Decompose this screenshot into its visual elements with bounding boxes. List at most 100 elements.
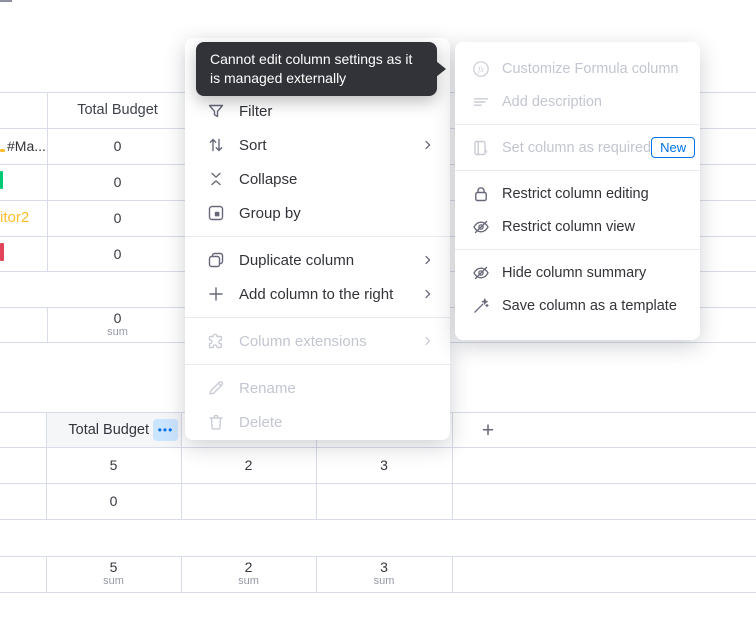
- table-cell[interactable]: 0: [46, 483, 181, 519]
- chevron-right-icon: [420, 333, 436, 349]
- plus-icon: [206, 284, 226, 304]
- new-badge: New: [651, 137, 695, 158]
- column-summary[interactable]: 0 sum: [47, 307, 188, 342]
- table-cell[interactable]: 3: [316, 447, 452, 483]
- menu-divider: [455, 249, 700, 250]
- column-context-menu: Filter Sort Collapse Group by: [185, 38, 450, 440]
- grid-line: [452, 556, 453, 592]
- menu-item-label: Add description: [502, 94, 602, 110]
- row-label-fragment-yellow: [0, 149, 5, 152]
- menu-item-label: Sort: [239, 137, 267, 154]
- top-table-column-header[interactable]: Total Budget: [47, 92, 188, 128]
- column-summary[interactable]: 5 sum: [46, 556, 181, 592]
- svg-text:*: *: [484, 148, 488, 158]
- menu-item-label: Delete: [239, 414, 282, 431]
- table-cell[interactable]: 0: [47, 128, 188, 164]
- menu-item-restrict-view[interactable]: Restrict column view: [455, 210, 700, 243]
- menu-item-label: Restrict column view: [502, 219, 635, 235]
- table-cell[interactable]: 5: [46, 447, 181, 483]
- eye-off-icon: [471, 217, 491, 237]
- row-label[interactable]: #Ma...: [7, 128, 47, 164]
- tooltip-text-line2: is managed externally: [210, 69, 423, 88]
- chevron-right-icon: [420, 137, 436, 153]
- grid-line: [0, 519, 756, 520]
- menu-item-column-extensions[interactable]: Column extensions: [185, 324, 450, 358]
- menu-item-label: Rename: [239, 380, 296, 397]
- row-label-fragment-green: [0, 171, 3, 189]
- column-summary[interactable]: 3 sum: [316, 556, 452, 592]
- menu-item-restrict-editing[interactable]: Restrict column editing: [455, 177, 700, 210]
- duplicate-icon: [206, 250, 226, 270]
- menu-item-duplicate-column[interactable]: Duplicate column: [185, 243, 450, 277]
- menu-item-label: Column extensions: [239, 333, 367, 350]
- collapse-icon: [206, 169, 226, 189]
- bottom-table-column-header[interactable]: Total Budget •••: [47, 413, 181, 447]
- pencil-icon: [206, 378, 226, 398]
- puzzle-icon: [206, 331, 226, 351]
- column-settings-submenu: fx Customize Formula column Add descript…: [455, 42, 700, 340]
- menu-item-label: Save column as a template: [502, 298, 677, 314]
- menu-item-hide-summary[interactable]: Hide column summary: [455, 256, 700, 289]
- table-cell[interactable]: 0: [47, 200, 188, 236]
- menu-item-label: Collapse: [239, 171, 297, 188]
- table-cell[interactable]: 2: [181, 447, 316, 483]
- formula-fx-icon: fx: [471, 59, 491, 79]
- menu-item-label: Restrict column editing: [502, 186, 649, 202]
- required-column-icon: *: [471, 138, 491, 158]
- menu-item-add-column-right[interactable]: Add column to the right: [185, 277, 450, 311]
- menu-divider: [455, 170, 700, 171]
- menu-item-rename[interactable]: Rename: [185, 371, 450, 405]
- menu-item-label: Duplicate column: [239, 252, 354, 269]
- add-column-button[interactable]: +: [477, 419, 499, 441]
- menu-item-label: Filter: [239, 103, 272, 120]
- summary-label: sum: [374, 575, 395, 588]
- menu-item-label: Customize Formula column: [502, 61, 678, 77]
- table-cell[interactable]: 0: [47, 236, 188, 271]
- column-header-label: Total Budget: [68, 422, 149, 438]
- description-lines-icon: [471, 92, 491, 112]
- menu-divider: [185, 236, 450, 237]
- menu-divider: [185, 317, 450, 318]
- summary-value: 2: [245, 560, 253, 575]
- menu-item-customize-formula[interactable]: fx Customize Formula column: [455, 52, 700, 85]
- lock-icon: [471, 184, 491, 204]
- tooltip-text-line1: Cannot edit column settings as it: [210, 50, 423, 69]
- summary-value: 0: [114, 311, 122, 326]
- summary-value: 3: [380, 560, 388, 575]
- plus-icon: +: [482, 420, 494, 441]
- filter-icon: [206, 101, 226, 121]
- summary-label: sum: [103, 575, 124, 588]
- eye-off-icon: [471, 263, 491, 283]
- column-menu-button[interactable]: •••: [153, 419, 178, 441]
- summary-label: sum: [107, 326, 128, 339]
- menu-item-sort[interactable]: Sort: [185, 128, 450, 162]
- menu-item-label: Set column as required: [502, 140, 651, 156]
- tooltip-arrow: [436, 61, 446, 77]
- menu-item-group-by[interactable]: Group by: [185, 196, 450, 230]
- menu-item-save-template[interactable]: Save column as a template: [455, 289, 700, 322]
- group-by-icon: [206, 203, 226, 223]
- tooltip: Cannot edit column settings as it is man…: [196, 42, 437, 96]
- trash-icon: [206, 412, 226, 432]
- menu-item-collapse[interactable]: Collapse: [185, 162, 450, 196]
- board-screen: Total Budget #Ma... itor2 0 0 0 0 0 sum …: [0, 0, 756, 621]
- edge-artifact-line: [0, 0, 12, 2]
- grid-line: [452, 412, 453, 519]
- menu-item-filter[interactable]: Filter: [185, 94, 450, 128]
- chevron-right-icon: [420, 286, 436, 302]
- column-summary[interactable]: 2 sum: [181, 556, 316, 592]
- summary-label: sum: [238, 575, 259, 588]
- svg-text:fx: fx: [478, 64, 484, 73]
- menu-divider: [185, 364, 450, 365]
- table-cell[interactable]: 0: [47, 164, 188, 200]
- row-label[interactable]: itor2: [0, 200, 46, 235]
- chevron-right-icon: [420, 252, 436, 268]
- menu-divider: [455, 124, 700, 125]
- menu-item-add-description[interactable]: Add description: [455, 85, 700, 118]
- grid-line: [0, 592, 756, 593]
- menu-item-set-required[interactable]: * Set column as required New: [455, 131, 700, 164]
- menu-item-label: Hide column summary: [502, 265, 646, 281]
- menu-item-delete[interactable]: Delete: [185, 405, 450, 439]
- more-options-icon: •••: [158, 424, 174, 436]
- menu-item-label: Group by: [239, 205, 301, 222]
